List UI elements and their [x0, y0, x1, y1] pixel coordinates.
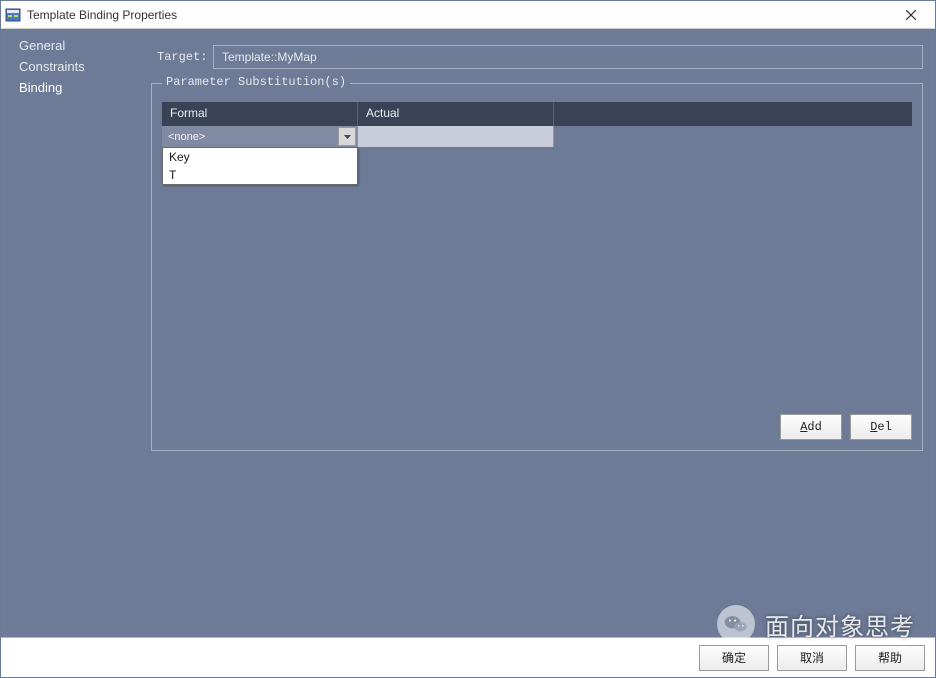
del-button[interactable]: Del	[850, 414, 912, 440]
cancel-button[interactable]: 取消	[777, 645, 847, 671]
sidebar-item-constraints[interactable]: Constraints	[1, 56, 147, 77]
formal-cell[interactable]: <none>	[162, 126, 358, 147]
dialog-window: Template Binding Properties General Cons…	[0, 0, 936, 678]
add-button[interactable]: Add	[780, 414, 842, 440]
row-spacer	[554, 126, 912, 147]
table-row: <none>	[162, 126, 912, 147]
add-button-mnemonic: A	[800, 420, 807, 434]
help-button[interactable]: 帮助	[855, 645, 925, 671]
del-button-mnemonic: D	[870, 420, 877, 434]
sidebar-item-general[interactable]: General	[1, 35, 147, 56]
content-pane: Target: Parameter Substitution(s) Formal…	[147, 29, 935, 637]
title-bar: Template Binding Properties	[1, 1, 935, 29]
close-button[interactable]	[889, 2, 933, 28]
group-legend: Parameter Substitution(s)	[162, 75, 350, 89]
add-button-rest: dd	[807, 420, 821, 434]
sidebar-nav: General Constraints Binding	[1, 29, 147, 637]
del-button-rest: el	[877, 420, 891, 434]
target-field[interactable]	[213, 45, 923, 69]
dialog-footer: 确定 取消 帮助	[1, 637, 935, 677]
formal-dropdown-list[interactable]: Key T	[162, 147, 358, 185]
group-button-row: Add Del	[162, 414, 912, 440]
column-header-formal[interactable]: Formal	[162, 102, 358, 126]
target-row: Target:	[151, 45, 923, 69]
window-title: Template Binding Properties	[27, 8, 889, 22]
target-label: Target:	[151, 50, 213, 64]
app-icon	[5, 7, 21, 23]
dialog-body: General Constraints Binding Target: Para…	[1, 29, 935, 637]
parameter-substitution-group: Parameter Substitution(s) Formal Actual …	[151, 83, 923, 451]
formal-dropdown-button[interactable]	[338, 127, 356, 146]
dropdown-option-key[interactable]: Key	[163, 148, 357, 166]
dropdown-option-t[interactable]: T	[163, 166, 357, 184]
ok-button[interactable]: 确定	[699, 645, 769, 671]
substitution-table: Formal Actual <none>	[162, 102, 912, 404]
formal-cell-value: <none>	[168, 131, 205, 143]
chevron-down-icon	[344, 135, 351, 139]
close-icon	[906, 10, 916, 20]
table-header: Formal Actual	[162, 102, 912, 126]
sidebar-item-binding[interactable]: Binding	[1, 77, 147, 98]
actual-cell[interactable]	[358, 126, 554, 147]
column-header-spacer	[554, 102, 912, 126]
column-header-actual[interactable]: Actual	[358, 102, 554, 126]
